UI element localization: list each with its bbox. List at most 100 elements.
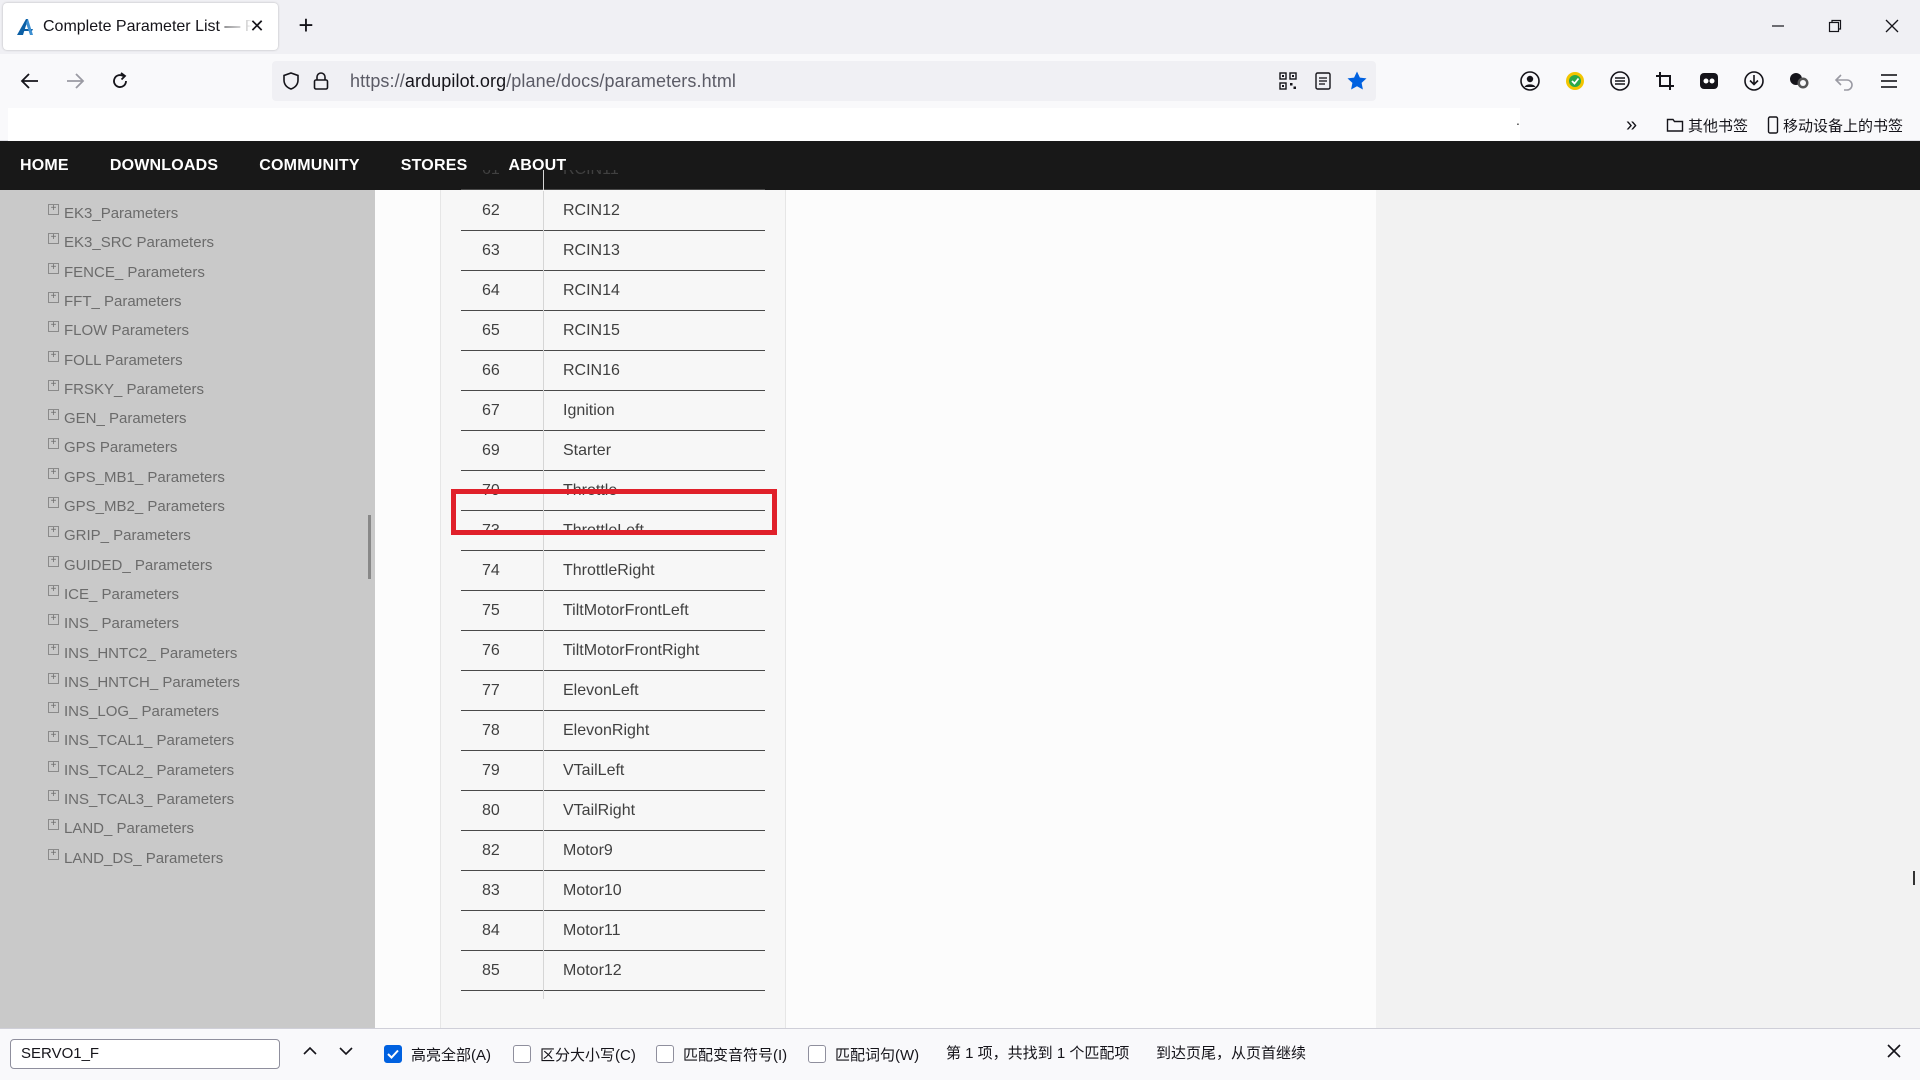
sidebar-scrollbar[interactable] (368, 515, 371, 579)
match-diacritics-option[interactable]: 匹配变音符号(I) (656, 1043, 787, 1065)
sidebar-item[interactable]: + INS_TCAL2_ Parameters (48, 759, 234, 781)
reload-button[interactable] (104, 65, 136, 97)
expand-plus-icon[interactable]: + (48, 730, 59, 742)
account-icon[interactable] (1517, 68, 1543, 94)
download-icon[interactable] (1741, 68, 1767, 94)
highlight-all-option[interactable]: 高亮全部(A) (384, 1043, 491, 1065)
expand-plus-icon[interactable]: + (48, 437, 59, 449)
expand-plus-icon[interactable]: + (48, 584, 59, 596)
match-case-checkbox[interactable] (513, 1045, 531, 1063)
find-previous-button[interactable] (298, 1043, 322, 1067)
sidebar-item[interactable]: + EK3_SRC Parameters (48, 231, 214, 253)
sidebar-item[interactable]: + INS_TCAL3_ Parameters (48, 788, 234, 810)
crop-screenshot-icon[interactable] (1652, 68, 1678, 94)
expand-plus-icon[interactable]: + (48, 379, 59, 391)
extension-users-icon[interactable] (1786, 68, 1812, 94)
column-divider (543, 191, 544, 231)
nav-home[interactable]: HOME (20, 157, 69, 175)
expand-plus-icon[interactable]: + (48, 496, 59, 508)
find-input[interactable]: SERVO1_F (10, 1039, 280, 1069)
restore-button[interactable] (1820, 12, 1850, 42)
expand-plus-icon[interactable]: + (48, 320, 59, 332)
expand-plus-icon[interactable]: + (48, 350, 59, 362)
meaning-cell: RCIN13 (563, 242, 620, 259)
back-button[interactable] (14, 65, 46, 97)
nav-downloads[interactable]: DOWNLOADS (110, 157, 218, 175)
column-divider (543, 911, 544, 951)
url-text[interactable]: https://ardupilot.org/plane/docs/paramet… (350, 61, 736, 101)
chevron-down-icon (339, 1047, 353, 1056)
expand-plus-icon[interactable]: + (48, 291, 59, 303)
sidebar-item[interactable]: + GEN_ Parameters (48, 407, 187, 429)
close-window-button[interactable] (1877, 12, 1907, 42)
extension-black-icon[interactable] (1696, 68, 1722, 94)
sidebar-item[interactable]: + LAND_ Parameters (48, 817, 194, 839)
sidebar-item[interactable]: + GPS_MB1_ Parameters (48, 466, 225, 488)
expand-plus-icon[interactable]: + (48, 818, 59, 830)
table-row: 82 Motor9 (461, 831, 765, 871)
extension-green-icon[interactable] (1562, 68, 1588, 94)
tab-close-icon[interactable]: ✕ (246, 15, 268, 37)
lock-icon[interactable] (310, 70, 332, 92)
bookmark-star-icon[interactable] (1346, 70, 1368, 92)
highlight-all-checkbox[interactable] (384, 1045, 402, 1063)
tab-active[interactable]: Complete Parameter List — Plane document… (3, 3, 278, 50)
expand-plus-icon[interactable]: + (48, 555, 59, 567)
sidebar-item[interactable]: + LAND_DS_ Parameters (48, 847, 223, 869)
expand-plus-icon[interactable]: + (48, 232, 59, 244)
sidebar-item[interactable]: + GPS_MB2_ Parameters (48, 495, 225, 517)
sidebar-item-label: FLOW Parameters (64, 321, 190, 339)
sidebar-item[interactable]: + FFT_ Parameters (48, 290, 182, 312)
nav-stores[interactable]: STORES (401, 157, 468, 175)
expand-plus-icon[interactable]: + (48, 262, 59, 274)
sidebar-item[interactable]: + INS_HNTCH_ Parameters (48, 671, 240, 693)
find-close-button[interactable] (1882, 1042, 1906, 1066)
new-tab-button[interactable]: + (292, 12, 320, 40)
expand-plus-icon[interactable]: + (48, 203, 59, 215)
expand-plus-icon[interactable]: + (48, 525, 59, 537)
sidebar-item[interactable]: + INS_LOG_ Parameters (48, 700, 219, 722)
mobile-bookmarks-folder[interactable]: 移动设备上的书签 (1767, 113, 1903, 137)
sidebar-item[interactable]: + FENCE_ Parameters (48, 261, 205, 283)
minimize-button[interactable] (1763, 12, 1793, 42)
sidebar-item[interactable]: + EK3_Parameters (48, 202, 178, 224)
expand-plus-icon[interactable]: + (48, 701, 59, 713)
meaning-cell: RCIN14 (563, 282, 620, 299)
other-bookmarks-folder[interactable]: 其他书签 (1666, 113, 1748, 137)
expand-plus-icon[interactable]: + (48, 408, 59, 420)
url-bar[interactable]: https://ardupilot.org/plane/docs/paramet… (272, 61, 1376, 101)
sidebar-item[interactable]: + GUIDED_ Parameters (48, 554, 212, 576)
sidebar-item[interactable]: + INS_ Parameters (48, 612, 179, 634)
reader-view-icon[interactable] (1312, 70, 1334, 92)
qr-code-icon[interactable] (1277, 70, 1299, 92)
sidebar-item[interactable]: + GRIP_ Parameters (48, 524, 191, 546)
whole-words-option[interactable]: 匹配词句(W) (808, 1043, 919, 1065)
bookmarks-overflow-chevron-icon[interactable]: » (1626, 114, 1637, 137)
extension-list-icon[interactable] (1607, 68, 1633, 94)
nav-community[interactable]: COMMUNITY (259, 157, 359, 175)
find-next-button[interactable] (334, 1043, 358, 1067)
sidebar-item[interactable]: + INS_HNTC2_ Parameters (48, 642, 237, 664)
sidebar-item[interactable]: + FLOW Parameters (48, 319, 189, 341)
expand-plus-icon[interactable]: + (48, 848, 59, 860)
shield-icon[interactable] (280, 70, 302, 92)
sidebar-item[interactable]: + GPS Parameters (48, 436, 177, 458)
sidebar-item[interactable]: + FOLL Parameters (48, 349, 183, 371)
match-case-option[interactable]: 区分大小写(C) (513, 1043, 636, 1065)
sidebar-item[interactable]: + INS_TCAL1_ Parameters (48, 729, 234, 751)
expand-plus-icon[interactable]: + (48, 467, 59, 479)
expand-plus-icon[interactable]: + (48, 643, 59, 655)
forward-button[interactable] (59, 65, 91, 97)
expand-plus-icon[interactable]: + (48, 760, 59, 772)
sidebar-item[interactable]: + ICE_ Parameters (48, 583, 179, 605)
menu-hamburger-icon[interactable] (1876, 68, 1902, 94)
expand-plus-icon[interactable]: + (48, 672, 59, 684)
meaning-cell: RCIN16 (563, 362, 620, 379)
expand-plus-icon[interactable]: + (48, 613, 59, 625)
sidebar-item[interactable]: + FRSKY_ Parameters (48, 378, 204, 400)
expand-plus-icon[interactable]: + (48, 789, 59, 801)
whole-words-checkbox[interactable] (808, 1045, 826, 1063)
match-diacritics-checkbox[interactable] (656, 1045, 674, 1063)
undo-icon[interactable] (1831, 68, 1857, 94)
value-cell: 65 (482, 322, 500, 339)
